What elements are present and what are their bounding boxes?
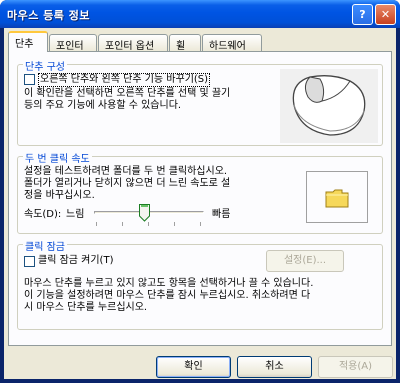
speed-label: 속도(D): (24, 209, 62, 220)
swap-buttons-checkbox[interactable] (24, 74, 35, 85)
ok-button[interactable]: 확인 (156, 356, 231, 378)
clicklock-description-line: 시 마우스 단추를 누르십시오. (24, 302, 148, 313)
double-click-speed-group: 두 번 클릭 속도 설정을 테스트하려면 폴더를 두 번 클릭하십시오. 폴더가… (17, 150, 383, 234)
test-folder-area[interactable] (306, 171, 368, 223)
question-icon: ? (359, 8, 366, 21)
group-label: 클릭 잠금 (23, 238, 67, 253)
title-bar[interactable]: 마우스 등록 정보 ? ✕ (0, 0, 400, 28)
tab-buttons[interactable]: 단추 (8, 31, 48, 52)
slider-tick (96, 222, 97, 226)
button-configuration-group: 단추 구성 오른쪽 단추와 왼쪽 단추 기능 바꾸기(S) 이 확인란을 선택하… (17, 58, 383, 146)
swap-description-line: 등의 주요 기능에 사용할 수 있습니다. (24, 100, 182, 111)
dialog-window: 마우스 등록 정보 ? ✕ 단추 포인터 포인터 옵션 휠 하드웨어 단추 구성… (0, 0, 400, 383)
fast-label: 빠름 (212, 209, 231, 220)
close-button[interactable]: ✕ (375, 4, 396, 25)
double-click-speed-slider[interactable] (94, 203, 204, 227)
group-label: 단추 구성 (23, 58, 67, 73)
clicklock-description-line: 마우스 단추를 누르고 있지 않고도 항목을 선택하거나 끌 수 있습니다. (24, 278, 314, 289)
tab-pointers[interactable]: 포인터 (49, 34, 97, 52)
double-click-description-line: 정을 바꾸십시오. (24, 190, 95, 201)
slider-thumb[interactable] (139, 204, 150, 222)
folder-icon[interactable] (325, 188, 349, 208)
slider-tick (148, 222, 149, 226)
clicklock-label[interactable]: 클릭 잠금 켜기(T) (38, 255, 113, 267)
tab-wheel[interactable]: 휠 (169, 34, 201, 52)
group-label: 두 번 클릭 속도 (23, 150, 92, 165)
double-click-description-line: 폴더가 열리거나 닫히지 않으면 더 느린 속도로 설 (24, 178, 231, 189)
double-click-description-line: 설정을 테스트하려면 폴더를 두 번 클릭하십시오. (24, 166, 228, 177)
dialog-client: 단추 포인터 포인터 옵션 휠 하드웨어 단추 구성 오른쪽 단추와 왼쪽 단추… (4, 28, 396, 379)
swap-buttons-label[interactable]: 오른쪽 단추와 왼쪽 단추 기능 바꾸기(S) (38, 73, 211, 87)
slider-tick (174, 222, 175, 226)
slider-tick (200, 222, 201, 226)
slider-tick (122, 222, 123, 226)
apply-button[interactable]: 적용(A) (318, 356, 393, 378)
cancel-button[interactable]: 취소 (237, 356, 312, 378)
mouse-icon (280, 69, 378, 143)
help-button[interactable]: ? (352, 4, 373, 25)
clicklock-checkbox[interactable] (24, 256, 35, 267)
clicklock-group: 클릭 잠금 클릭 잠금 켜기(T) 설정(E)... 마우스 단추를 누르고 있… (17, 238, 383, 330)
tab-label: 단추 (15, 39, 34, 50)
slow-label: 느림 (66, 209, 85, 220)
tab-hardware[interactable]: 하드웨어 (202, 34, 262, 52)
tab-panel: 단추 구성 오른쪽 단추와 왼쪽 단추 기능 바꾸기(S) 이 확인란을 선택하… (8, 51, 392, 346)
tab-pointer-options[interactable]: 포인터 옵션 (98, 34, 168, 52)
swap-description-line: 이 확인란을 선택하면 오른쪽 단추를 선택 및 끌기 (24, 88, 231, 99)
clicklock-settings-button[interactable]: 설정(E)... (266, 250, 344, 272)
close-icon: ✕ (380, 8, 391, 21)
clicklock-description-line: 이 기능을 설정하려면 마우스 단추를 잠시 누르십시오. 취소하려면 다 (24, 290, 311, 301)
window-title: 마우스 등록 정보 (7, 9, 90, 22)
